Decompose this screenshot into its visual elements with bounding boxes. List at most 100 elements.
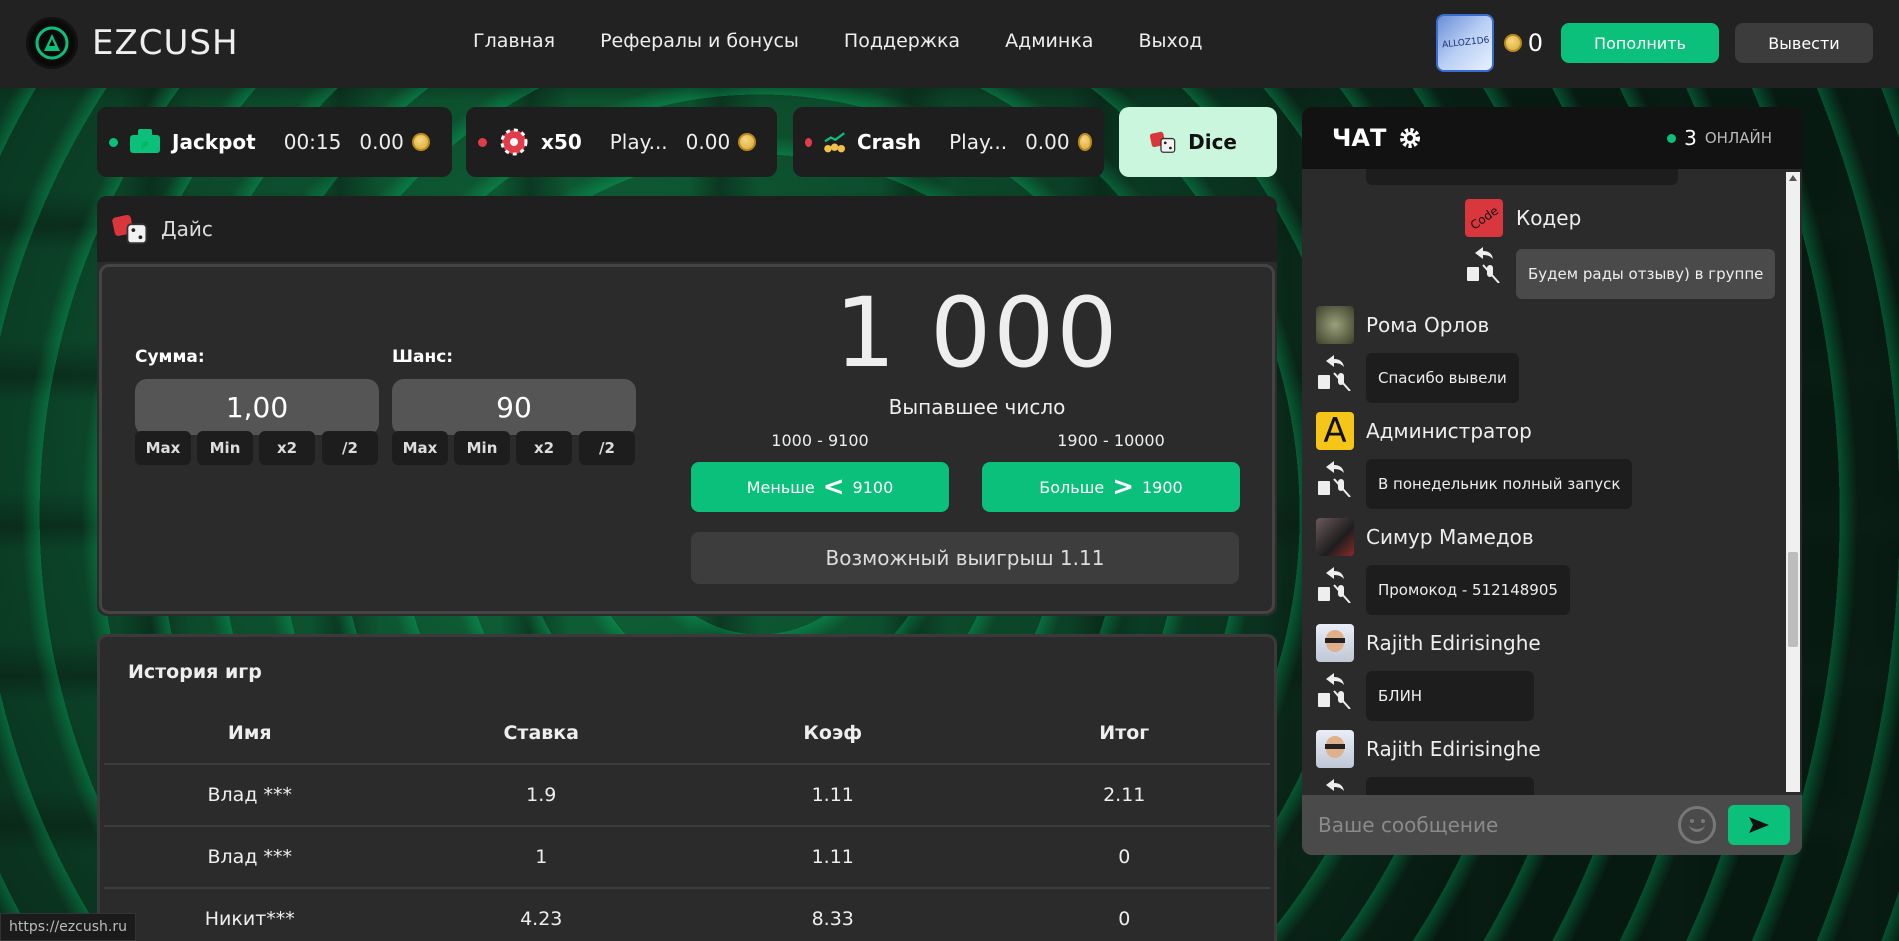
chance-half-button[interactable]: /2 <box>579 431 635 465</box>
avatar[interactable]: Code <box>1465 199 1503 237</box>
chance-min-button[interactable]: Min <box>454 431 510 465</box>
message-author[interactable]: Администратор <box>1366 419 1532 443</box>
chat-title: ЧАТ <box>1332 124 1387 152</box>
amount-max-button[interactable]: Max <box>135 431 191 465</box>
avatar-text: A <box>1323 412 1347 450</box>
scroll-thumb[interactable] <box>1788 552 1798 647</box>
cell-name: Влад *** <box>207 846 293 868</box>
dice-icon <box>112 214 148 244</box>
trash-icon[interactable] <box>1318 587 1330 601</box>
amount-min-button[interactable]: Min <box>197 431 253 465</box>
more-value: 1900 <box>1141 477 1183 497</box>
game-timer: 00:15 <box>283 130 342 154</box>
user-balance: 0 <box>1503 29 1543 57</box>
message-text: Спасибо вывели <box>1366 353 1519 403</box>
trash-icon[interactable] <box>1467 267 1479 281</box>
chat-panel: ЧАТ 3 ОНЛАЙН Code Кодер Будем рады отзыв… <box>1302 107 1802 855</box>
chance-max-button[interactable]: Max <box>392 431 448 465</box>
status-dot-icon <box>805 137 812 147</box>
cell-bet: 1 <box>535 846 548 868</box>
game-status: Play... <box>949 130 1008 154</box>
chat-input-bar: Ваше сообщение <box>1302 795 1802 855</box>
brand-name: EZCUSH <box>92 23 239 63</box>
gear-icon[interactable] <box>1398 126 1422 150</box>
emoji-icon[interactable] <box>1678 806 1716 844</box>
amount-half-button[interactable]: /2 <box>322 431 378 465</box>
nav-admin[interactable]: Админка <box>1005 30 1093 52</box>
message-text: Промокод - 512148905 <box>1366 565 1570 615</box>
game-tab-jackpot[interactable]: JP Jackpot 00:15 0.00 <box>97 107 452 177</box>
avatar[interactable]: A <box>1316 412 1354 450</box>
bet-more-button[interactable]: Больше > 1900 <box>982 462 1240 512</box>
avatar-text: ALLOZ1D6 <box>1441 35 1490 51</box>
amount-label: Сумма: <box>135 347 205 367</box>
deposit-button[interactable]: Пополнить <box>1561 23 1719 63</box>
message-author[interactable]: Кодер <box>1516 206 1581 230</box>
nav-referrals[interactable]: Рефералы и бонусы <box>600 30 799 52</box>
avatar[interactable] <box>1316 518 1354 556</box>
cell-bet: 4.23 <box>520 908 563 930</box>
message-author[interactable]: Rajith Edirisinghe <box>1366 631 1541 655</box>
message-author[interactable]: Симур Мамедов <box>1366 525 1534 549</box>
message-text: БЛИН <box>1366 671 1534 721</box>
main-nav: Главная Рефералы и бонусы Поддержка Адми… <box>473 30 1202 52</box>
message-actions <box>1465 243 1503 287</box>
trash-icon[interactable] <box>1318 375 1330 389</box>
message-actions <box>1316 775 1354 795</box>
game-tab-crash[interactable]: Crash Play... 0.00 <box>793 107 1104 177</box>
game-tab-dice[interactable]: Dice <box>1119 107 1277 177</box>
coin-icon <box>1503 34 1522 52</box>
column-header: Итог <box>1099 722 1150 744</box>
reply-icon[interactable] <box>1326 779 1344 791</box>
reply-icon[interactable] <box>1326 673 1344 685</box>
status-dot-icon <box>478 137 487 147</box>
reply-icon[interactable] <box>1326 461 1344 473</box>
header-user-area: ALLOZ1D6 0 Пополнить Вывести <box>1435 14 1873 72</box>
user-avatar[interactable]: ALLOZ1D6 <box>1435 14 1494 72</box>
amount-input[interactable]: 1,00 <box>135 379 379 435</box>
game-status: Play... <box>609 130 668 154</box>
dice-panel: Дайс Сумма: 1,00 Max Min x2 /2 Шанс: 90 … <box>97 196 1277 616</box>
avatar[interactable] <box>1316 730 1354 768</box>
cell-result: 2.11 <box>1103 784 1146 806</box>
chat-scrollbar[interactable] <box>1786 172 1800 792</box>
scroll-up-icon[interactable] <box>1789 175 1797 181</box>
nav-support[interactable]: Поддержка <box>844 30 960 52</box>
chat-messages[interactable]: Code Кодер Будем рады отзыву) в группе Р… <box>1302 169 1802 795</box>
trash-icon[interactable] <box>1318 693 1330 707</box>
chat-message-input[interactable]: Ваше сообщение <box>1318 813 1498 837</box>
reply-icon[interactable] <box>1326 567 1344 579</box>
avatar[interactable] <box>1316 306 1354 344</box>
nav-logout[interactable]: Выход <box>1138 30 1202 52</box>
crash-chart-icon <box>823 132 845 153</box>
bet-less-button[interactable]: Меньше < 9100 <box>691 462 949 512</box>
message-actions <box>1316 563 1354 607</box>
message-author[interactable]: Рома Орлов <box>1366 313 1489 337</box>
less-label: Меньше <box>746 477 815 497</box>
amount-double-button[interactable]: x2 <box>259 431 315 465</box>
nav-home[interactable]: Главная <box>473 30 555 52</box>
avatar[interactable] <box>1316 624 1354 662</box>
game-name: Crash <box>856 130 922 154</box>
game-tab-x50[interactable]: x50 Play... 0.00 <box>466 107 777 177</box>
send-button[interactable] <box>1728 805 1790 845</box>
chance-input[interactable]: 90 <box>392 379 636 435</box>
reply-icon[interactable] <box>1475 247 1493 259</box>
less-range: 1000 - 9100 <box>771 431 869 450</box>
message-text <box>1366 777 1534 795</box>
column-header: Ставка <box>503 722 580 744</box>
dice-icon <box>1149 131 1176 153</box>
balance-value: 0 <box>1527 29 1543 57</box>
top-header: EZCUSH Главная Рефералы и бонусы Поддерж… <box>0 0 1899 88</box>
game-bank: 0.00 <box>359 130 404 154</box>
withdraw-button[interactable]: Вывести <box>1735 23 1873 63</box>
less-value: 9100 <box>852 477 894 497</box>
send-icon <box>1749 817 1769 833</box>
dice-header: Дайс <box>97 196 1277 262</box>
brand-logo[interactable]: EZCUSH <box>26 17 239 69</box>
coin-icon <box>738 133 757 151</box>
message-author[interactable]: Rajith Edirisinghe <box>1366 737 1541 761</box>
chance-double-button[interactable]: x2 <box>516 431 572 465</box>
reply-icon[interactable] <box>1326 355 1344 367</box>
trash-icon[interactable] <box>1318 481 1330 495</box>
